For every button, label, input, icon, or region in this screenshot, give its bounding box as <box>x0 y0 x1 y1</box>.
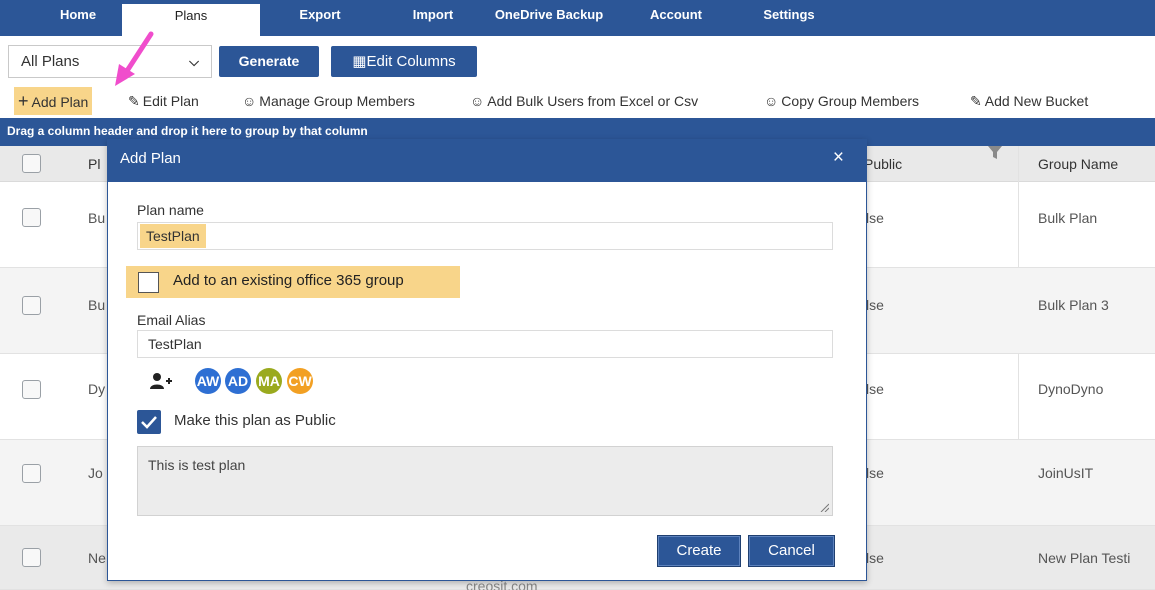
cell-group-name: New Plan Testi <box>1038 550 1131 566</box>
pencil-icon: ✎ <box>970 93 982 109</box>
cell-public: lse <box>866 381 884 397</box>
email-alias-input[interactable]: TestPlan <box>137 330 833 358</box>
row-checkbox[interactable] <box>22 296 41 315</box>
plus-icon: + <box>18 91 29 111</box>
column-header-plan[interactable]: Pl <box>88 146 100 182</box>
row-checkbox[interactable] <box>22 380 41 399</box>
cell-plan: Bu <box>88 210 106 226</box>
top-nav: Home Plans Export Import OneDrive Backup… <box>0 0 1155 36</box>
select-all-checkbox[interactable] <box>22 154 41 173</box>
member-avatar[interactable]: MA <box>256 368 282 394</box>
add-new-bucket-button[interactable]: ✎ Add New Bucket <box>970 87 1088 115</box>
cell-plan: Bu <box>88 297 106 313</box>
add-bulk-users-button[interactable]: ☺ Add Bulk Users from Excel or Csv <box>470 87 698 115</box>
cell-group-name: DynoDyno <box>1038 381 1104 397</box>
columns-icon: ▦ <box>352 53 367 70</box>
plan-name-label: Plan name <box>137 202 204 218</box>
add-plan-label: Add Plan <box>31 94 89 110</box>
checkmark-icon <box>141 416 157 429</box>
public-checkbox[interactable] <box>137 410 161 434</box>
edit-plan-label: Edit Plan <box>142 93 199 109</box>
existing-group-option[interactable]: Add to an existing office 365 group <box>126 266 460 298</box>
copy-group-members-button[interactable]: ☺ Copy Group Members <box>764 87 919 115</box>
tab-settings[interactable]: Settings <box>752 0 826 36</box>
pointer-arrow-icon <box>115 31 154 86</box>
copy-members-label: Copy Group Members <box>781 93 920 109</box>
close-icon[interactable]: × <box>833 148 844 168</box>
filter-icon[interactable] <box>988 146 1002 160</box>
cell-public: lse <box>866 297 884 313</box>
manage-members-label: Manage Group Members <box>259 93 415 109</box>
cell-group-name: Bulk Plan 3 <box>1038 297 1109 313</box>
cell-plan: Dy <box>88 381 106 397</box>
row-checkbox[interactable] <box>22 464 41 483</box>
plan-name-input[interactable]: TestPlan <box>137 222 833 250</box>
column-header-group-name[interactable]: Group Name <box>1038 146 1118 182</box>
tab-onedrive-backup[interactable]: OneDrive Backup <box>480 0 618 36</box>
edit-plan-button[interactable]: ✎ Edit Plan <box>128 87 199 115</box>
cell-group-name: JoinUsIT <box>1038 465 1094 481</box>
public-label: Make this plan as Public <box>174 412 336 429</box>
cancel-button[interactable]: Cancel <box>748 535 835 567</box>
users-icon: ☺ <box>470 93 485 109</box>
manage-group-members-button[interactable]: ☺ Manage Group Members <box>242 87 415 115</box>
member-avatar[interactable]: AW <box>195 368 221 394</box>
users-icon: ☺ <box>242 93 257 109</box>
add-plan-dialog: Add Plan × Plan name TestPlan Add to an … <box>107 139 867 581</box>
add-member-icon[interactable] <box>150 372 172 390</box>
column-header-public[interactable]: Public <box>864 146 902 182</box>
row-checkbox[interactable] <box>22 208 41 227</box>
email-alias-label: Email Alias <box>137 312 206 328</box>
member-avatar[interactable]: CW <box>287 368 313 394</box>
existing-group-checkbox[interactable] <box>138 272 159 293</box>
plan-name-value: TestPlan <box>140 224 206 248</box>
edit-columns-label: Edit Columns <box>366 53 456 70</box>
member-avatar[interactable]: AD <box>225 368 251 394</box>
resize-handle-icon[interactable] <box>819 502 829 512</box>
row-checkbox[interactable] <box>22 548 41 567</box>
cell-plan: Ne <box>88 550 106 566</box>
generate-button[interactable]: Generate <box>219 46 319 77</box>
app-window: Home Plans Export Import OneDrive Backup… <box>0 0 1155 590</box>
email-alias-value: TestPlan <box>148 336 202 352</box>
cell-plan: Jo <box>88 465 103 481</box>
tab-account[interactable]: Account <box>640 0 712 36</box>
description-value: This is test plan <box>148 457 246 473</box>
cell-public: lse <box>866 465 884 481</box>
users-icon: ☺ <box>764 93 779 109</box>
tab-export[interactable]: Export <box>280 0 360 36</box>
cell-public: lse <box>866 550 884 566</box>
bulk-users-label: Add Bulk Users from Excel or Csv <box>487 93 699 109</box>
add-plan-button[interactable]: + Add Plan <box>14 87 93 115</box>
existing-group-label: Add to an existing office 365 group <box>173 272 404 289</box>
cell-group-name: Bulk Plan <box>1038 210 1098 226</box>
pencil-icon: ✎ <box>128 93 140 109</box>
edit-columns-button[interactable]: ▦Edit Columns <box>331 46 477 77</box>
cell-public: lse <box>866 210 884 226</box>
dialog-header: Add Plan × <box>108 140 866 182</box>
description-textarea[interactable]: This is test plan <box>137 446 833 516</box>
dialog-title: Add Plan <box>120 150 181 167</box>
chevron-down-icon: ⌵ <box>189 54 199 69</box>
tab-import[interactable]: Import <box>398 0 468 36</box>
create-button[interactable]: Create <box>657 535 741 567</box>
add-bucket-label: Add New Bucket <box>984 93 1089 109</box>
plan-filter-value: All Plans <box>21 53 80 70</box>
